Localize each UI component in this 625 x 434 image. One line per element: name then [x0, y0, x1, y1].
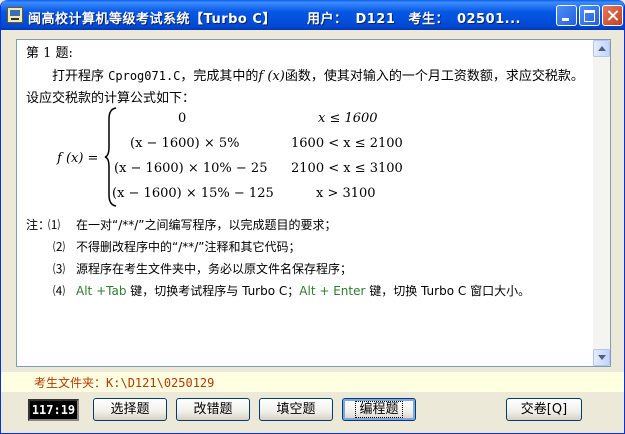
case-expr-0: 0 [178, 111, 187, 126]
fix-error-question-button[interactable]: 改错题 [176, 398, 250, 421]
minimize-button[interactable] [556, 5, 577, 26]
close-button[interactable] [602, 5, 623, 26]
note-number: ⑶ [53, 262, 66, 276]
note-text: 不得删改程序中的“/**/”注释和其它代码； [76, 240, 301, 254]
folder-label: 考生文件夹： [34, 376, 107, 390]
case-cond-0: x ≤ 1600 [318, 111, 378, 126]
note-3: ⑶ 源程序在考生文件夹中，务必以原文件名保存程序； [26, 258, 586, 280]
note-number: ⑵ [53, 240, 66, 254]
case-expr-1: (x − 1600) × 5% [130, 136, 240, 151]
question-intro: 打开程序 Cprog071.C，完成其中的f (x)函数，使其对输入的一个月工资… [26, 65, 586, 110]
case-expr-2: (x − 1600) × 10% − 25 [114, 161, 268, 176]
submit-button[interactable]: 交卷[Q] [506, 398, 582, 421]
alt-tab-key: Alt +Tab [76, 284, 127, 298]
case-cond-3: x > 3100 [316, 186, 376, 201]
note-text: Alt +Tab 键，切换考试程序与 Turbo C；Alt + Enter 键… [76, 280, 530, 302]
choice-question-button[interactable]: 选择题 [93, 398, 167, 421]
case-expr-3: (x − 1600) × 15% − 125 [112, 186, 274, 201]
question-text: 第 1 题: 打开程序 Cprog071.C，完成其中的f (x)函数，使其对输… [26, 43, 586, 302]
note-4: ⑷ Alt +Tab 键，切换考试程序与 Turbo C；Alt + Enter… [26, 280, 586, 302]
formula-lhs: f (x) = [57, 151, 99, 166]
question-panel[interactable]: 第 1 题: 打开程序 Cprog071.C，完成其中的f (x)函数，使其对输… [16, 39, 611, 367]
notes-label: 注： [26, 218, 51, 232]
note-text-part: 键，切换考试程序与 Turbo C； [126, 284, 300, 298]
programming-question-button[interactable]: 编程题 [342, 398, 416, 421]
user-label: 用户： [306, 12, 348, 27]
question-heading: 第 1 题: [26, 46, 73, 61]
scroll-down-icon[interactable] [593, 349, 610, 366]
note-2: ⑵ 不得删改程序中的“/**/”注释和其它代码； [26, 236, 586, 258]
note-1: 注： ⑴ 在一对“/**/”之间编写程序，以完成题目的要求； [26, 214, 586, 236]
title-bar[interactable]: 闽高校计算机等级考试系统【Turbo C】 用户： D121 考生： 02501..… [1, 0, 624, 30]
note-number: ⑷ [53, 284, 66, 298]
intro-pre: 打开程序 [52, 69, 109, 84]
case-cond-2: 2100 < x ≤ 3100 [291, 161, 403, 176]
note-text: 在一对“/**/”之间编写程序，以完成题目的要求； [76, 218, 337, 232]
programming-question-label: 编程题 [355, 401, 403, 418]
fx-symbol: f (x) [258, 69, 285, 84]
examinee-value: 02501... [456, 12, 521, 27]
maximize-button[interactable] [579, 5, 600, 26]
tax-formula: f (x) = 0 x ≤ 1600 (x − 1600) × 5% 1600 … [26, 107, 586, 214]
alt-enter-key: Alt + Enter [299, 284, 366, 298]
program-name: Cprog071.C [108, 69, 181, 83]
app-icon[interactable] [7, 7, 23, 23]
intro-mid: ，完成其中的 [180, 69, 259, 84]
vertical-scrollbar[interactable] [593, 40, 610, 366]
window-title: 闽高校计算机等级考试系统【Turbo C】 用户： D121 考生： 02501..… [28, 8, 529, 27]
user-value: D121 [355, 12, 396, 27]
examinee-label: 考生： [408, 12, 449, 27]
exam-window: 闽高校计算机等级考试系统【Turbo C】 用户： D121 考生： 02501..… [0, 0, 625, 434]
fill-blank-question-button[interactable]: 填空题 [259, 398, 333, 421]
note-text-part: 键，切换 Turbo C 窗口大小。 [365, 284, 531, 298]
case-cond-1: 1600 < x ≤ 2100 [291, 136, 403, 151]
folder-path: K:\D121\0250129 [106, 376, 215, 390]
examinee-folder: 考生文件夹：K:\D121\0250129 [34, 374, 214, 391]
scroll-up-icon[interactable] [593, 40, 610, 57]
notes: 注： ⑴ 在一对“/**/”之间编写程序，以完成题目的要求； ⑵ 不得删改程序中… [26, 214, 586, 302]
app-title: 闽高校计算机等级考试系统【Turbo C】 [28, 12, 276, 27]
countdown-timer: 117:19 [28, 399, 79, 421]
note-text: 源程序在考生文件夹中，务必以原文件名保存程序； [76, 262, 353, 276]
note-number: ⑴ [48, 218, 61, 232]
